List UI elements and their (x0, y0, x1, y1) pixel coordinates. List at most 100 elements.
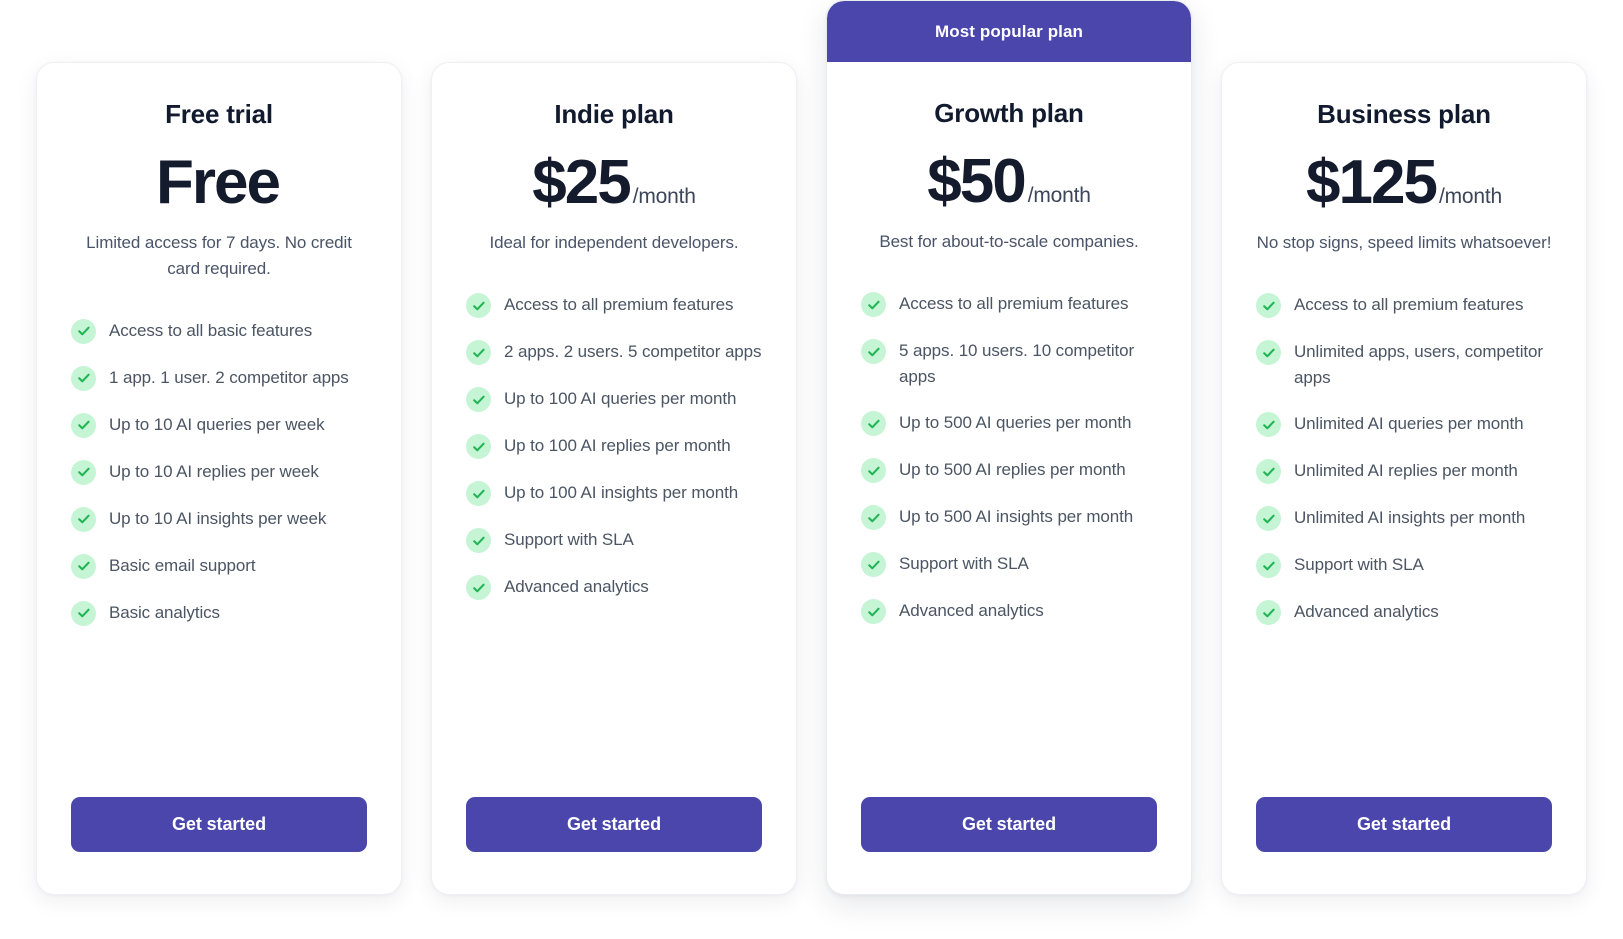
feature-item: Up to 100 AI insights per month (466, 480, 762, 507)
plan-price-amount: $50 (927, 147, 1026, 217)
feature-item: Advanced analytics (861, 598, 1157, 625)
feature-item: 5 apps. 10 users. 10 competitor apps (861, 338, 1157, 389)
check-circle-icon (1256, 553, 1281, 579)
plan-price-row: $125 /month (1256, 152, 1552, 214)
feature-label: Up to 500 AI insights per month (899, 507, 1134, 527)
plan-price-row: $25 /month (466, 152, 762, 214)
check-circle-icon (71, 459, 96, 485)
plan-price-row: Free (71, 152, 367, 214)
plan-title: Growth plan (934, 98, 1084, 128)
get-started-button[interactable]: Get started (1256, 797, 1552, 852)
feature-item: Support with SLA (466, 527, 762, 554)
feature-item: Up to 500 AI insights per month (861, 504, 1157, 531)
plan-tagline: Best for about-to-scale companies. (879, 232, 1139, 252)
plan-tagline: Limited access for 7 days. No credit car… (86, 233, 352, 279)
check-circle-icon (1256, 600, 1281, 626)
feature-label: Access to all premium features (504, 295, 734, 315)
plan-feature-list: Access to all premium features Unlimited… (1256, 292, 1552, 763)
plan-card-free-trial[interactable]: Free trial Free Limited access for 7 day… (36, 62, 402, 895)
plan-card-indie[interactable]: Indie plan $25 /month Ideal for independ… (431, 62, 797, 895)
feature-label: Up to 100 AI queries per month (504, 389, 737, 409)
check-circle-icon (861, 292, 886, 318)
plan-tagline: Ideal for independent developers. (489, 233, 739, 253)
feature-label: Unlimited AI replies per month (1294, 461, 1518, 481)
check-circle-icon (466, 575, 491, 601)
featured-card-body: Growth plan $50 /month Best for about-to… (861, 62, 1157, 852)
check-circle-icon (861, 505, 886, 531)
check-circle-icon (466, 387, 491, 413)
check-circle-icon (1256, 293, 1281, 319)
feature-item: Up to 500 AI queries per month (861, 410, 1157, 437)
plan-price-amount: $25 (532, 148, 631, 218)
feature-label: Advanced analytics (1294, 602, 1439, 622)
feature-item: Support with SLA (861, 551, 1157, 578)
feature-label: Basic email support (109, 555, 256, 575)
feature-label: Up to 10 AI queries per week (109, 414, 325, 434)
plan-feature-list: Access to all premium features 2 apps. 2… (466, 292, 762, 763)
feature-label: Support with SLA (1294, 555, 1424, 575)
feature-item: Up to 100 AI queries per month (466, 386, 762, 413)
plan-feature-list: Access to all basic features 1 app. 1 us… (71, 318, 367, 763)
plan-title: Business plan (1317, 99, 1491, 129)
feature-label: Support with SLA (899, 554, 1029, 574)
check-circle-icon (466, 481, 491, 507)
plan-price-amount: $125 (1306, 148, 1438, 218)
most-popular-badge: Most popular plan (827, 1, 1191, 62)
feature-item: Advanced analytics (1256, 599, 1552, 626)
feature-label: Unlimited AI insights per month (1294, 508, 1526, 528)
check-circle-icon (861, 458, 886, 484)
check-circle-icon (71, 365, 96, 391)
feature-item: Support with SLA (1256, 552, 1552, 579)
feature-item: Up to 10 AI queries per week (71, 412, 367, 438)
check-circle-icon (466, 340, 491, 366)
check-circle-icon (71, 600, 96, 626)
feature-label: 1 app. 1 user. 2 competitor apps (109, 367, 349, 387)
feature-item: Access to all basic features (71, 318, 367, 344)
feature-item: Unlimited AI queries per month (1256, 411, 1552, 438)
check-circle-icon (71, 412, 96, 438)
feature-item: 2 apps. 2 users. 5 competitor apps (466, 339, 762, 366)
get-started-button[interactable]: Get started (466, 797, 762, 852)
feature-item: Up to 10 AI insights per week (71, 506, 367, 532)
plan-card-business[interactable]: Business plan $125 /month No stop signs,… (1221, 62, 1587, 895)
check-circle-icon (861, 411, 886, 437)
feature-item: Access to all premium features (466, 292, 762, 319)
get-started-button[interactable]: Get started (71, 797, 367, 852)
plan-card-growth[interactable]: Most popular plan Growth plan $50 /month… (826, 0, 1192, 895)
feature-item: Basic analytics (71, 600, 367, 626)
feature-item: Basic email support (71, 553, 367, 579)
feature-label: 2 apps. 2 users. 5 competitor apps (504, 342, 762, 362)
plan-price-period: /month (1438, 185, 1502, 209)
plan-tagline: No stop signs, speed limits whatsoever! (1256, 233, 1552, 253)
get-started-button[interactable]: Get started (861, 797, 1157, 852)
feature-label: Up to 100 AI insights per month (504, 483, 739, 503)
pricing-plans-grid: Free trial Free Limited access for 7 day… (0, 0, 1623, 939)
feature-label: Basic analytics (109, 602, 220, 622)
feature-label: Access to all premium features (1294, 295, 1524, 315)
plan-price-amount: Free (156, 148, 281, 218)
feature-item: 1 app. 1 user. 2 competitor apps (71, 365, 367, 391)
feature-item: Access to all premium features (861, 291, 1157, 318)
feature-item: Unlimited AI replies per month (1256, 458, 1552, 485)
plan-title: Indie plan (554, 99, 674, 129)
plan-title: Free trial (165, 99, 273, 129)
feature-item: Advanced analytics (466, 574, 762, 601)
feature-item: Access to all premium features (1256, 292, 1552, 319)
feature-item: Unlimited AI insights per month (1256, 505, 1552, 532)
check-circle-icon (466, 528, 491, 554)
feature-label: Up to 100 AI replies per month (504, 436, 731, 456)
check-circle-icon (861, 339, 886, 365)
check-circle-icon (861, 599, 886, 625)
check-circle-icon (71, 318, 96, 344)
check-circle-icon (1256, 506, 1281, 532)
check-circle-icon (1256, 340, 1281, 366)
feature-label: Up to 500 AI replies per month (899, 460, 1126, 480)
check-circle-icon (71, 506, 96, 532)
feature-label: Up to 10 AI replies per week (109, 461, 319, 481)
feature-label: Up to 10 AI insights per week (109, 508, 327, 528)
feature-label: Unlimited AI queries per month (1294, 414, 1524, 434)
feature-label: Advanced analytics (504, 577, 649, 597)
feature-item: Up to 10 AI replies per week (71, 459, 367, 485)
check-circle-icon (466, 434, 491, 460)
feature-label: Unlimited apps, users, competitor apps (1294, 342, 1543, 387)
